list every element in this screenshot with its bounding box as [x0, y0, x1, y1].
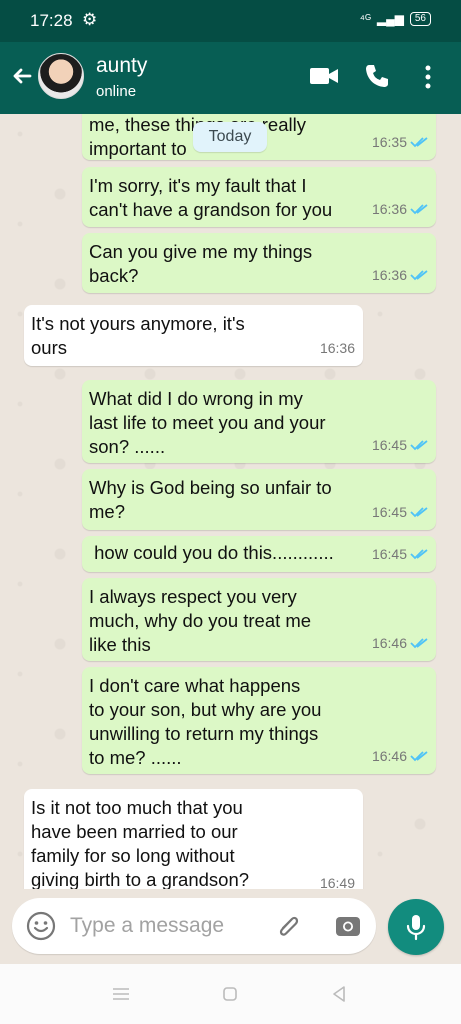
- microphone-button[interactable]: [388, 899, 444, 955]
- message-bubble[interactable]: Can you give me my things back? 16:36: [82, 233, 436, 293]
- gear-icon: ⚙: [82, 10, 98, 29]
- double-tick-icon: [410, 638, 428, 649]
- date-chip: Today: [193, 122, 267, 152]
- message-text: I always respect you very much, why do y…: [89, 586, 312, 655]
- signal-icon: ▂▄▆: [376, 12, 404, 26]
- arrow-left-icon[interactable]: [8, 62, 36, 90]
- message-time: 16:49: [319, 875, 355, 889]
- double-tick-icon: [410, 270, 428, 281]
- double-tick-icon: [410, 137, 428, 148]
- message-time: 16:45: [371, 437, 407, 453]
- paperclip-icon[interactable]: [274, 911, 304, 941]
- battery-indicator: 56: [409, 12, 431, 26]
- message-time: 16:45: [371, 546, 407, 562]
- video-call-icon[interactable]: [309, 64, 339, 88]
- network-label: ⁴ᴳ: [359, 12, 371, 26]
- message-meta: 16:46: [372, 631, 428, 655]
- double-tick-icon: [410, 549, 428, 560]
- message-time: 16:35: [371, 134, 407, 150]
- message-bubble[interactable]: I'm sorry, it's my fault that I can't ha…: [82, 167, 436, 227]
- back-triangle-icon[interactable]: [330, 985, 348, 1003]
- message-bubble[interactable]: I always respect you very much, why do y…: [82, 578, 436, 661]
- message-bubble[interactable]: I don't care what happens to your son, b…: [82, 667, 436, 774]
- message-bubble[interactable]: Is it not too much that you have been ma…: [24, 789, 363, 889]
- message-time: 16:46: [371, 635, 407, 651]
- double-tick-icon: [410, 204, 428, 215]
- contact-status: online: [96, 83, 137, 100]
- message-text: Is it not too much that you have been ma…: [31, 797, 250, 889]
- message-time: 16:46: [371, 748, 407, 764]
- composer: [0, 889, 461, 964]
- phone-icon[interactable]: [363, 62, 391, 90]
- double-tick-icon: [410, 751, 428, 762]
- message-meta: 16:46: [372, 744, 428, 768]
- message-time: 16:36: [319, 340, 355, 356]
- message-meta: 16:45: [372, 433, 428, 457]
- avatar[interactable]: [38, 53, 84, 99]
- status-time: 17:28: [30, 11, 73, 30]
- message-text: I'm sorry, it's my fault that I can't ha…: [89, 175, 333, 220]
- contact-name[interactable]: aunty: [96, 54, 147, 78]
- message-time: 16:45: [371, 504, 407, 520]
- android-navigation-bar: [0, 964, 461, 1024]
- emoji-icon[interactable]: [26, 911, 56, 941]
- message-text: It's not yours anymore, it's ours: [31, 313, 245, 358]
- more-vertical-icon[interactable]: [418, 64, 438, 90]
- message-text: I don't care what happens to your son, b…: [89, 675, 322, 768]
- message-meta: 16:49: [320, 871, 355, 889]
- message-text: What did I do wrong in my last life to m…: [89, 388, 326, 457]
- home-icon[interactable]: [222, 986, 238, 1002]
- microphone-icon: [406, 915, 426, 941]
- message-text: Why is God being so unfair to me?: [89, 477, 332, 522]
- chat-header: aunty online: [0, 42, 461, 114]
- message-meta: 16:36: [320, 336, 355, 360]
- message-text: how could you do this............: [89, 542, 334, 563]
- message-text: Can you give me my things back?: [89, 241, 313, 286]
- message-bubble[interactable]: how could you do this............ 16:45: [82, 536, 436, 572]
- message-meta: 16:45: [372, 500, 428, 524]
- message-time: 16:36: [371, 201, 407, 217]
- message-meta: 16:35: [372, 130, 428, 154]
- message-time: 16:36: [371, 267, 407, 283]
- message-input-container[interactable]: [12, 898, 376, 954]
- message-input[interactable]: [70, 911, 270, 941]
- status-right: ⁴ᴳ ▂▄▆ 56: [360, 12, 431, 26]
- double-tick-icon: [410, 507, 428, 518]
- camera-icon[interactable]: [334, 912, 362, 940]
- message-bubble[interactable]: Why is God being so unfair to me? 16:45: [82, 469, 436, 530]
- chat-area[interactable]: me, these things are really important to…: [0, 114, 461, 889]
- message-meta: 16:45: [372, 542, 428, 566]
- message-meta: 16:36: [372, 197, 428, 221]
- status-bar: 17:28 ⚙ ⁴ᴳ ▂▄▆ 56: [0, 0, 461, 42]
- double-tick-icon: [410, 440, 428, 451]
- message-bubble[interactable]: It's not yours anymore, it's ours 16:36: [24, 305, 363, 366]
- message-bubble[interactable]: What did I do wrong in my last life to m…: [82, 380, 436, 463]
- menu-icon[interactable]: [112, 986, 130, 1002]
- message-meta: 16:36: [372, 263, 428, 287]
